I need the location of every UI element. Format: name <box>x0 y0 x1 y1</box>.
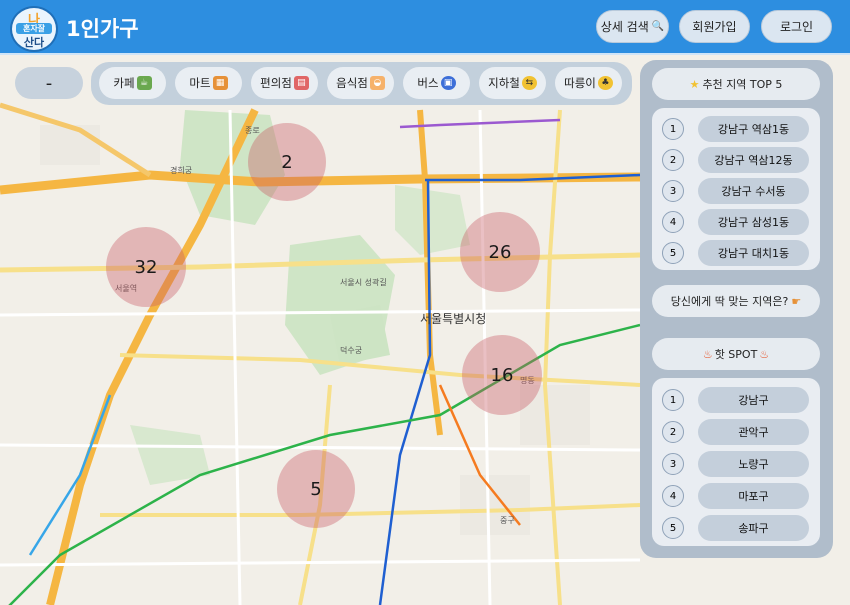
rank-number: 2 <box>662 421 684 443</box>
rank-number: 2 <box>662 149 684 171</box>
logo-text-2: 혼자잘 <box>16 23 52 34</box>
hotspot-list: 1 강남구 2 관악구 3 노량구 4 마포구 5 송파구 <box>652 378 820 546</box>
hotspot-button[interactable]: 관악구 <box>698 419 809 445</box>
map-label-city-hall: 서울특별시청 <box>420 312 487 326</box>
map-label-kyunghee: 경희궁 <box>170 166 193 175</box>
cluster-marker[interactable]: 32 <box>106 227 186 307</box>
pointing-hand-icon: ☛ <box>791 294 802 308</box>
cafe-icon: ☕ <box>136 76 152 90</box>
zoom-out-label: - <box>45 72 53 94</box>
category-cafe-button[interactable]: 카페 ☕ <box>99 67 166 99</box>
category-mart-button[interactable]: 마트 ▦ <box>175 67 242 99</box>
list-item[interactable]: 3 강남구 수서동 <box>658 178 818 204</box>
logo-text-3: 산다 <box>23 36 45 49</box>
list-item[interactable]: 1 강남구 <box>658 387 818 413</box>
rank-number: 3 <box>662 453 684 475</box>
cluster-count: 16 <box>490 364 514 386</box>
rank-number: 4 <box>662 485 684 507</box>
signup-label: 회원가입 <box>692 20 737 34</box>
bus-icon: ▣ <box>440 76 456 90</box>
category-convenience-button[interactable]: 편의점 ▤ <box>251 67 318 99</box>
list-item[interactable]: 4 강남구 삼성1동 <box>658 209 818 235</box>
cluster-count: 26 <box>488 241 512 263</box>
app-header: 나 혼자잘 산다 1인가구 상세 검색 🔍 회원가입 로그인 <box>0 0 850 55</box>
top5-title: ★ 추천 지역 TOP 5 <box>652 68 820 100</box>
signup-button[interactable]: 회원가입 <box>679 10 750 43</box>
region-button[interactable]: 강남구 역삼1동 <box>698 116 809 142</box>
star-icon: ★ <box>689 77 700 91</box>
list-item[interactable]: 1 강남구 역삼1동 <box>658 116 818 142</box>
category-bus-button[interactable]: 버스 ▣ <box>403 67 470 99</box>
recommendation-panel: ★ 추천 지역 TOP 5 1 강남구 역삼1동 2 강남구 역삼12동 3 강… <box>640 60 833 558</box>
hotspot-button[interactable]: 노량구 <box>698 451 809 477</box>
app-logo[interactable]: 나 혼자잘 산다 <box>10 6 58 52</box>
category-filter-bar: 카페 ☕ 마트 ▦ 편의점 ▤ 음식점 ◒ 버스 ▣ 지하철 ⇆ 따릉이 ♣ <box>91 62 632 105</box>
detail-search-label: 상세 검색 <box>600 20 649 34</box>
category-label: 버스 <box>417 76 439 90</box>
cluster-marker[interactable]: 5 <box>277 450 355 528</box>
cluster-count: 2 <box>281 151 293 173</box>
subway-icon: ⇆ <box>521 76 537 90</box>
rank-number: 1 <box>662 389 684 411</box>
list-item[interactable]: 5 송파구 <box>658 515 818 541</box>
rank-number: 4 <box>662 211 684 233</box>
cluster-marker[interactable]: 16 <box>462 335 542 415</box>
region-button[interactable]: 강남구 대치1동 <box>698 240 809 266</box>
rank-number: 5 <box>662 517 684 539</box>
rank-number: 5 <box>662 242 684 264</box>
list-item[interactable]: 2 강남구 역삼12동 <box>658 147 818 173</box>
convenience-store-icon: ▤ <box>293 76 309 90</box>
login-label: 로그인 <box>779 20 814 34</box>
zoom-out-button[interactable]: - <box>15 67 83 99</box>
hotspot-button[interactable]: 마포구 <box>698 483 809 509</box>
list-item[interactable]: 2 관악구 <box>658 419 818 445</box>
category-subway-button[interactable]: 지하철 ⇆ <box>479 67 546 99</box>
hotspot-title: ♨ 핫 SPOT ♨ <box>652 338 820 370</box>
region-button[interactable]: 강남구 수서동 <box>698 178 809 204</box>
bike-icon: ♣ <box>597 76 613 90</box>
login-button[interactable]: 로그인 <box>761 10 832 43</box>
map-label-jung-gu: 중구 <box>500 516 515 525</box>
match-title-text: 당신에게 딱 맞는 지역은? <box>670 295 789 308</box>
map-label-deoksu: 덕수궁 <box>340 346 363 355</box>
match-region-button[interactable]: 당신에게 딱 맞는 지역은? ☛ <box>652 285 820 317</box>
category-label: 편의점 <box>260 76 292 90</box>
mart-icon: ▦ <box>212 76 228 90</box>
region-button[interactable]: 강남구 삼성1동 <box>698 209 809 235</box>
search-icon: 🔍 <box>651 21 665 32</box>
hotspot-button[interactable]: 강남구 <box>698 387 809 413</box>
hotspot-button[interactable]: 송파구 <box>698 515 809 541</box>
fire-icon: ♨ <box>759 347 770 361</box>
list-item[interactable]: 5 강남구 대치1동 <box>658 240 818 266</box>
category-label: 카페 <box>113 76 135 90</box>
fire-icon: ♨ <box>702 347 713 361</box>
map-label-jongno: 종로 <box>245 126 260 135</box>
category-label: 마트 <box>189 76 211 90</box>
hotspot-title-text: 핫 SPOT <box>714 348 758 361</box>
rank-number: 3 <box>662 180 684 202</box>
cluster-marker[interactable]: 26 <box>460 212 540 292</box>
cluster-marker[interactable]: 2 <box>248 123 326 201</box>
top5-title-text: 추천 지역 TOP 5 <box>702 78 783 91</box>
detail-search-button[interactable]: 상세 검색 🔍 <box>596 10 669 43</box>
cluster-count: 5 <box>310 478 322 500</box>
app-title: 1인가구 <box>66 17 139 41</box>
category-restaurant-button[interactable]: 음식점 ◒ <box>327 67 394 99</box>
rank-number: 1 <box>662 118 684 140</box>
category-bike-button[interactable]: 따릉이 ♣ <box>555 67 622 99</box>
list-item[interactable]: 4 마포구 <box>658 483 818 509</box>
category-label: 따릉이 <box>564 76 596 90</box>
category-label: 지하철 <box>488 76 520 90</box>
category-label: 음식점 <box>336 76 368 90</box>
cluster-count: 32 <box>134 256 158 278</box>
list-item[interactable]: 3 노량구 <box>658 451 818 477</box>
region-button[interactable]: 강남구 역삼12동 <box>698 147 809 173</box>
restaurant-icon: ◒ <box>369 76 385 90</box>
top5-list: 1 강남구 역삼1동 2 강남구 역삼12동 3 강남구 수서동 4 강남구 삼… <box>652 108 820 270</box>
map-label-fortress: 서울시 성곽길 <box>340 278 387 287</box>
